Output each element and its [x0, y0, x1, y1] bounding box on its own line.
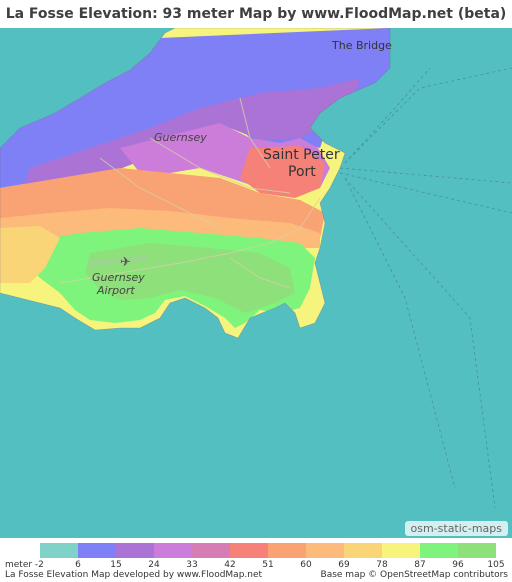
legend-swatch — [154, 543, 192, 558]
legend-swatch — [458, 543, 496, 558]
legend-tick-label: 87 — [414, 560, 426, 570]
legend-tick-label: 69 — [338, 560, 350, 570]
place-label-the-bridge: The Bridge — [332, 39, 392, 52]
footer-basemap-credit: Base map © OpenStreetMap contributors — [320, 570, 508, 580]
legend-tick-label: 15 — [110, 560, 122, 570]
legend-swatch — [78, 543, 116, 558]
map-canvas — [0, 28, 512, 538]
legend-swatch — [230, 543, 268, 558]
legend-tick-label: 105 — [487, 560, 505, 570]
elevation-map[interactable]: The Bridge Saint Peter Port Guernsey ✈ G… — [0, 28, 512, 538]
elevation-legend: meter -2 6 15 24 33 42 51 60 69 78 87 96 105 La Foss… — [0, 538, 512, 582]
map-attribution: osm-static-maps — [404, 521, 508, 536]
place-label-airport-line1: Guernsey — [92, 271, 145, 284]
airport-icon: ✈ — [120, 255, 131, 270]
legend-swatch — [344, 543, 382, 558]
legend-tick-label: 60 — [300, 560, 312, 570]
legend-tick-label: meter -2 — [5, 560, 44, 570]
page-title: La Fosse Elevation: 93 meter Map by www.… — [0, 0, 512, 28]
legend-tick-label: 6 — [75, 560, 81, 570]
legend-tick-label: 33 — [186, 560, 198, 570]
legend-swatch — [192, 543, 230, 558]
legend-tick-label: 78 — [376, 560, 388, 570]
legend-tick-label: 51 — [262, 560, 274, 570]
legend-swatch — [116, 543, 154, 558]
place-label-port: Port — [288, 164, 316, 180]
legend-tick-label: 24 — [148, 560, 160, 570]
legend-color-bar — [40, 543, 496, 558]
legend-swatch — [40, 543, 78, 558]
legend-tick-label: 96 — [452, 560, 464, 570]
legend-swatch — [268, 543, 306, 558]
place-label-guernsey: Guernsey — [154, 131, 207, 144]
legend-tick-label: 42 — [224, 560, 236, 570]
place-label-saint-peter: Saint Peter — [263, 147, 340, 163]
place-label-airport-line2: Airport — [97, 284, 135, 297]
footer-credit: La Fosse Elevation Map developed by www.… — [5, 570, 263, 580]
legend-swatch — [306, 543, 344, 558]
legend-swatch — [382, 543, 420, 558]
legend-swatch — [420, 543, 458, 558]
